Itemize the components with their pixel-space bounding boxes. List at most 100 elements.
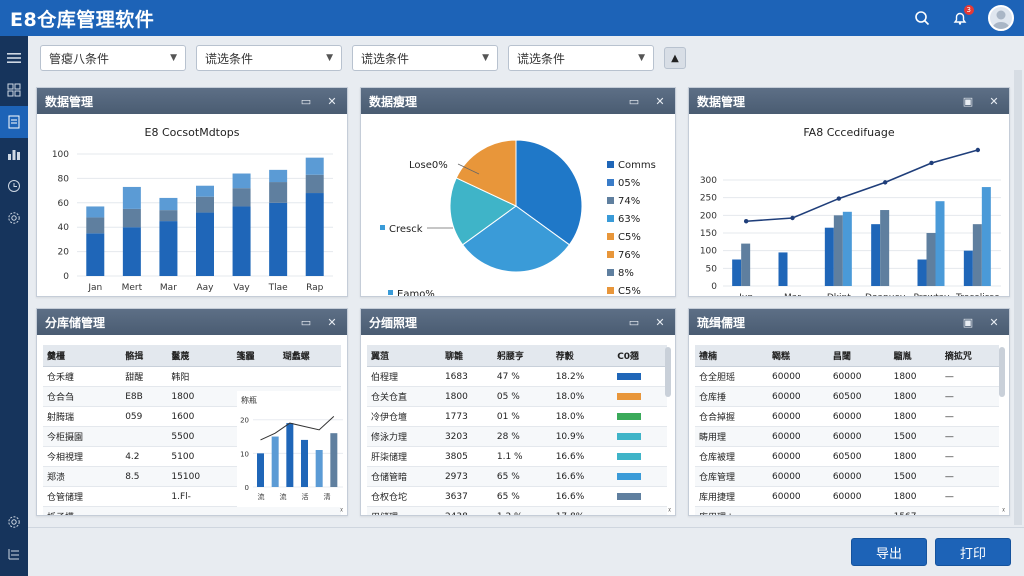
bar [305, 193, 324, 276]
filter-bar: 管瘪八条件 ▼ 谎选条件 ▼ 谎选条件 ▼ 谎选条件 ▼ ▲ [40, 44, 686, 72]
close-icon[interactable]: ✕ [987, 94, 1001, 108]
y-tick-label: 80 [58, 174, 70, 184]
table-row[interactable]: 仓库管理 60000 60000 1500— [695, 466, 999, 487]
notification-badge: 3 [963, 5, 974, 15]
table-row[interactable]: 栎子模- [43, 506, 341, 515]
panel-title: 数据管理 [45, 94, 94, 109]
table-row[interactable]: 库用理 '--1567— [695, 506, 999, 515]
table-cell [613, 446, 667, 467]
table-row[interactable]: 库用捷理 60000 60000 1800— [695, 486, 999, 507]
panel-header: 分缅照理 ▭ ✕ [361, 309, 675, 335]
table-row[interactable]: 修泳力理 3203 28 % 10.9% [367, 426, 667, 447]
filter-select-3[interactable]: 谎选条件 ▼ [352, 45, 498, 71]
filter-select-2[interactable]: 谎选条件 ▼ [196, 45, 342, 71]
table-row[interactable]: 仓全胆瑶 60000 60000 1800— [695, 366, 999, 387]
filter-select-1[interactable]: 管瘪八条件 ▼ [40, 45, 186, 71]
bell-icon[interactable]: 3 [950, 5, 974, 28]
column-header[interactable]: 荐豰 [551, 345, 614, 367]
document-icon[interactable] [0, 106, 28, 138]
column-header[interactable]: 箋霾 [232, 345, 279, 367]
column-header[interactable]: 鞨糕 [768, 345, 829, 367]
column-header[interactable]: 禮楠 [695, 345, 769, 367]
scrollbar[interactable] [999, 347, 1005, 397]
table-row[interactable]: 仓禾缠 甜醒 韩阳 [43, 366, 341, 387]
export-button[interactable]: 导出 [851, 538, 927, 566]
x-tick-label: Dkipt [827, 293, 851, 297]
bar-chart-icon[interactable] [0, 138, 28, 170]
table-row[interactable]: 用储理24381.2 %17.8% [367, 506, 667, 515]
filter-select-4[interactable]: 谎选条件 ▼ [508, 45, 654, 71]
search-icon[interactable] [912, 8, 932, 28]
line-point [790, 215, 795, 221]
bar [86, 217, 105, 234]
screen-icon[interactable]: ▭ [627, 315, 641, 329]
settings-icon[interactable] [0, 506, 28, 538]
close-icon[interactable]: ✕ [653, 315, 667, 329]
column-header[interactable]: 瑚蠡螺 [278, 345, 341, 367]
column-header[interactable]: 翼菹 [367, 345, 441, 367]
close-icon[interactable]: ✕ [987, 315, 1001, 329]
table-row[interactable]: 仓库捶 60000 60500 1800— [695, 386, 999, 407]
filter-collapse-button[interactable]: ▲ [664, 47, 686, 69]
column-header[interactable]: 鬣蔑 [167, 345, 233, 367]
save-icon[interactable]: ▣ [961, 315, 975, 329]
column-header[interactable]: 躬腰亨 [492, 345, 552, 367]
print-button[interactable]: 打印 [935, 538, 1011, 566]
gear-icon[interactable] [0, 202, 28, 234]
column-header[interactable]: 骼揖 [121, 345, 168, 367]
table-cell: 16.6% [551, 446, 614, 467]
column-header[interactable]: 昌闥 [828, 345, 890, 367]
scrollbar[interactable] [665, 347, 671, 397]
legend-swatch [607, 161, 614, 168]
table-cell: 16.6% [551, 486, 614, 507]
panel-title: 数据管理 [697, 94, 746, 109]
table-cell: 60000 [828, 406, 890, 427]
panel-header: 数据管理 ▭ ✕ [37, 88, 347, 114]
column-header[interactable]: 摘拡咒 [940, 345, 999, 367]
table-row[interactable]: 畴用理 60000 60000 1500— [695, 426, 999, 447]
line-point [836, 196, 842, 201]
table-cell: 60500 [828, 446, 890, 467]
table-row[interactable]: 仓储管暗 2973 65 % 16.6% [367, 466, 667, 487]
screen-icon[interactable]: ▭ [627, 94, 641, 108]
x-tick-label: Vay [233, 283, 250, 293]
table-cell: 伯程理 [367, 366, 441, 387]
table-cell: 1.1 % [492, 446, 552, 467]
column-header[interactable]: C0翘 [613, 345, 667, 367]
table-row[interactable]: 仓权仓坨 3637 65 % 16.6% [367, 486, 667, 507]
table-row[interactable]: 伯程理 1683 47 % 18.2% [367, 366, 667, 387]
x-tick-label: Doanuey [865, 293, 906, 297]
table-row[interactable]: 冷伊仓壇 1773 01 % 18.0% [367, 406, 667, 427]
table-row[interactable]: 肝柒储理 3805 1.1 % 16.6% [367, 446, 667, 467]
clock-icon[interactable] [0, 170, 28, 202]
avatar[interactable] [988, 5, 1014, 31]
close-icon[interactable]: ✕ [653, 94, 667, 108]
screen-icon[interactable]: ▭ [299, 315, 313, 329]
column-header[interactable]: 騮胤 [889, 345, 941, 367]
column-header[interactable]: 羹橿 [43, 345, 122, 367]
close-icon[interactable]: ✕ [325, 315, 339, 329]
column-header[interactable]: 聊雛 [440, 345, 493, 367]
table-cell: — [940, 486, 999, 507]
table-cell: 1800 [167, 386, 233, 407]
table-cell [613, 406, 667, 427]
top-bar: E8仓库管理软件 3 [0, 0, 1024, 36]
sidebar [0, 36, 28, 576]
close-icon[interactable]: ✕ [325, 94, 339, 108]
y-tick-label: 50 [706, 264, 718, 274]
table-cell: 仓合刍 [43, 386, 122, 407]
table-cell: — [940, 366, 999, 387]
panel-header: 琉缉儒理 ▣ ✕ [689, 309, 1009, 335]
table-row[interactable]: 仓合掉握 60000 60000 1800— [695, 406, 999, 427]
page-scrollbar[interactable] [1014, 70, 1022, 525]
panel-storage-table: 琉缉儒理 ▣ ✕ 禮楠 鞨糕 昌闥 騮胤 摘拡咒 仓全胆瑶 60000 60000 1800— 仓库… [688, 308, 1010, 516]
dashboard-icon[interactable] [0, 74, 28, 106]
table-cell: 5500 [167, 426, 233, 447]
menu-icon[interactable] [0, 42, 28, 74]
save-icon[interactable]: ▣ [961, 94, 975, 108]
bar [732, 259, 742, 286]
table-row[interactable]: 仓关仓直 1800 05 % 18.0% [367, 386, 667, 407]
list-icon[interactable] [0, 538, 28, 570]
screen-icon[interactable]: ▭ [299, 94, 313, 108]
table-row[interactable]: 仓库被理 60000 60500 1800— [695, 446, 999, 467]
